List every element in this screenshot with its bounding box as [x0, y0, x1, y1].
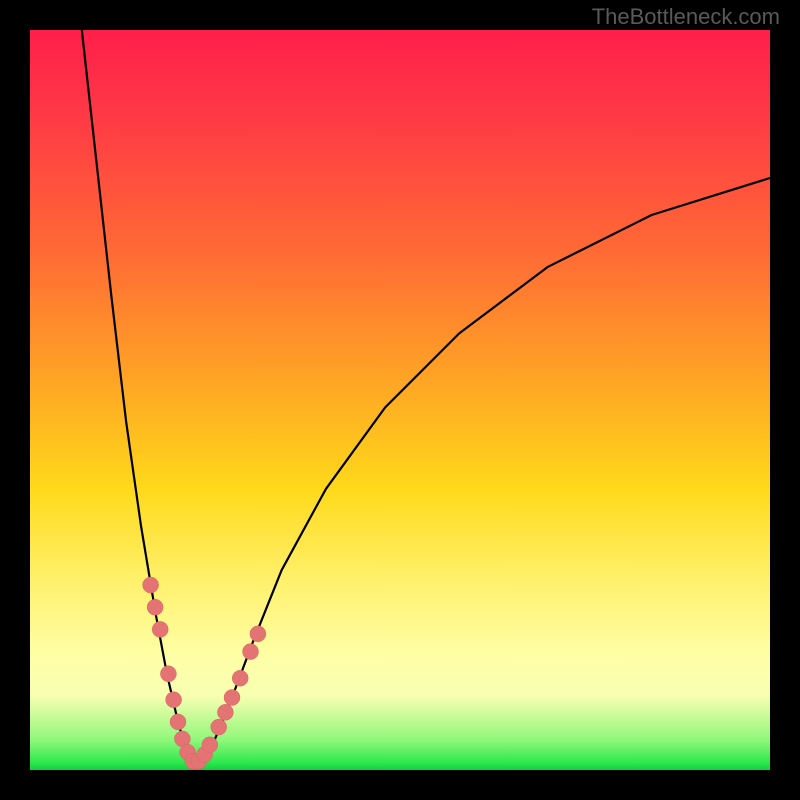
curve-markers: [143, 577, 266, 769]
data-marker: [152, 621, 168, 637]
data-marker: [211, 719, 227, 735]
chart-svg: [30, 30, 770, 770]
bottleneck-curve: [82, 30, 770, 763]
data-marker: [147, 599, 163, 615]
data-marker: [202, 737, 218, 753]
data-marker: [232, 670, 248, 686]
data-marker: [160, 666, 176, 682]
data-marker: [250, 626, 266, 642]
data-marker: [243, 644, 259, 660]
outer-frame: TheBottleneck.com: [0, 0, 800, 800]
data-marker: [166, 692, 182, 708]
watermark-text: TheBottleneck.com: [592, 4, 780, 30]
plot-area: [30, 30, 770, 770]
data-marker: [143, 577, 159, 593]
data-marker: [217, 704, 233, 720]
data-marker: [170, 714, 186, 730]
data-marker: [224, 690, 240, 706]
